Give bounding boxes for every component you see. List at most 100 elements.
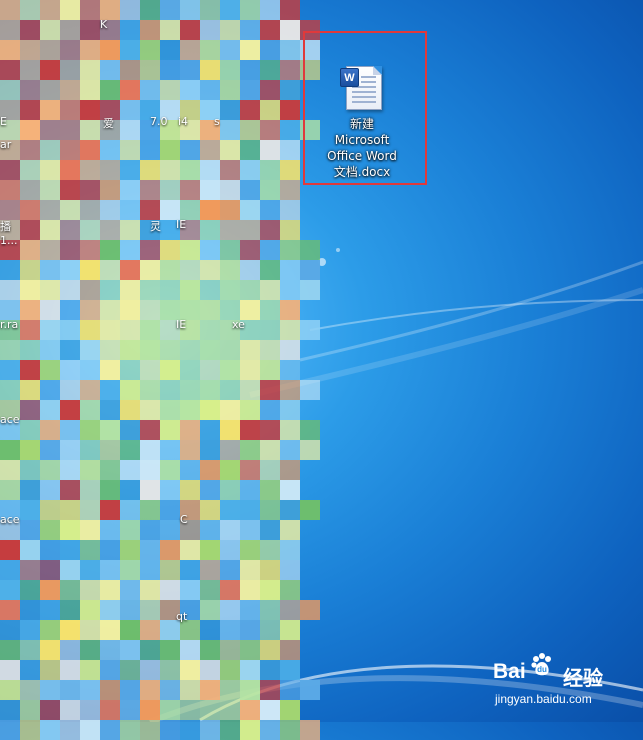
icon-label-line: Office Word bbox=[327, 149, 397, 163]
mosaic-tile bbox=[260, 480, 280, 500]
mosaic-tile bbox=[60, 240, 80, 260]
mosaic-tile bbox=[180, 260, 200, 280]
mosaic-tile bbox=[80, 500, 100, 520]
mosaic-tile bbox=[40, 20, 60, 40]
mosaic-tile bbox=[40, 120, 60, 140]
mosaic-tile bbox=[280, 200, 300, 220]
mosaic-tile bbox=[240, 460, 260, 480]
mosaic-tile bbox=[200, 300, 220, 320]
blurred-icon-label: IE bbox=[176, 318, 187, 331]
mosaic-tile bbox=[0, 80, 20, 100]
mosaic-tile bbox=[20, 240, 40, 260]
blurred-icon-label: ar bbox=[0, 138, 12, 151]
mosaic-tile bbox=[0, 260, 20, 280]
word-document-desktop-icon[interactable]: W 新建 Microsoft Office Word 文档.docx bbox=[318, 60, 406, 182]
mosaic-tile bbox=[240, 240, 260, 260]
mosaic-tile bbox=[180, 240, 200, 260]
mosaic-tile bbox=[60, 340, 80, 360]
mosaic-tile bbox=[220, 120, 240, 140]
mosaic-tile bbox=[20, 200, 40, 220]
mosaic-tile bbox=[20, 580, 40, 600]
mosaic-tile bbox=[300, 240, 320, 260]
mosaic-tile bbox=[220, 20, 240, 40]
mosaic-tile bbox=[60, 120, 80, 140]
mosaic-tile bbox=[120, 460, 140, 480]
mosaic-tile bbox=[80, 260, 100, 280]
mosaic-tile bbox=[120, 420, 140, 440]
mosaic-tile bbox=[260, 700, 280, 720]
mosaic-tile bbox=[40, 660, 60, 680]
mosaic-tile bbox=[220, 0, 240, 20]
mosaic-tile bbox=[100, 720, 120, 740]
mosaic-tile bbox=[180, 580, 200, 600]
watermark-brand: Bai bbox=[493, 660, 526, 683]
mosaic-tile bbox=[40, 220, 60, 240]
mosaic-tile bbox=[40, 340, 60, 360]
mosaic-tile bbox=[160, 240, 180, 260]
mosaic-tile bbox=[300, 280, 320, 300]
blurred-icon-label: ace bbox=[0, 513, 20, 526]
mosaic-tile bbox=[100, 500, 120, 520]
icon-label: 新建 Microsoft Office Word 文档.docx bbox=[318, 116, 406, 180]
mosaic-tile bbox=[20, 320, 40, 340]
mosaic-tile bbox=[280, 180, 300, 200]
mosaic-tile bbox=[280, 120, 300, 140]
mosaic-tile bbox=[180, 720, 200, 740]
mosaic-tile bbox=[20, 660, 40, 680]
mosaic-tile bbox=[240, 540, 260, 560]
mosaic-tile bbox=[200, 520, 220, 540]
mosaic-tile bbox=[280, 480, 300, 500]
mosaic-tile bbox=[60, 660, 80, 680]
mosaic-tile bbox=[80, 360, 100, 380]
mosaic-tile bbox=[60, 320, 80, 340]
mosaic-tile bbox=[140, 520, 160, 540]
mosaic-tile bbox=[240, 160, 260, 180]
mosaic-tile bbox=[20, 640, 40, 660]
mosaic-tile bbox=[260, 640, 280, 660]
mosaic-tile bbox=[240, 580, 260, 600]
mosaic-tile bbox=[80, 340, 100, 360]
mosaic-tile bbox=[40, 600, 60, 620]
mosaic-tile bbox=[120, 300, 140, 320]
mosaic-tile bbox=[80, 480, 100, 500]
mosaic-tile bbox=[120, 480, 140, 500]
mosaic-tile bbox=[240, 120, 260, 140]
mosaic-tile bbox=[300, 20, 320, 40]
mosaic-tile bbox=[160, 460, 180, 480]
mosaic-tile bbox=[20, 80, 40, 100]
mosaic-tile bbox=[240, 200, 260, 220]
mosaic-tile bbox=[80, 0, 100, 20]
mosaic-tile bbox=[240, 660, 260, 680]
mosaic-tile bbox=[280, 20, 300, 40]
mosaic-tile bbox=[60, 600, 80, 620]
mosaic-tile bbox=[200, 620, 220, 640]
mosaic-tile bbox=[160, 160, 180, 180]
mosaic-tile bbox=[80, 400, 100, 420]
mosaic-tile bbox=[280, 140, 300, 160]
mosaic-tile bbox=[280, 380, 300, 400]
mosaic-tile bbox=[280, 360, 300, 380]
mosaic-tile bbox=[120, 700, 140, 720]
mosaic-tile bbox=[240, 220, 260, 240]
mosaic-tile bbox=[120, 400, 140, 420]
mosaic-tile bbox=[200, 40, 220, 60]
blurred-icon-label: r.ra bbox=[0, 318, 19, 331]
mosaic-tile bbox=[80, 60, 100, 80]
mosaic-tile bbox=[280, 260, 300, 280]
mosaic-tile bbox=[260, 420, 280, 440]
mosaic-tile bbox=[0, 560, 20, 580]
mosaic-tile bbox=[140, 180, 160, 200]
mosaic-tile bbox=[80, 300, 100, 320]
blurred-icon-label: xe bbox=[232, 318, 245, 331]
mosaic-tile bbox=[20, 480, 40, 500]
mosaic-tile bbox=[60, 60, 80, 80]
mosaic-tile bbox=[240, 180, 260, 200]
mosaic-tile bbox=[260, 260, 280, 280]
desktop[interactable]: { "desktop": { "selected_icon": { "name_… bbox=[0, 0, 643, 740]
mosaic-tile bbox=[80, 160, 100, 180]
mosaic-tile bbox=[260, 20, 280, 40]
mosaic-tile bbox=[60, 280, 80, 300]
mosaic-tile bbox=[20, 520, 40, 540]
mosaic-tile bbox=[40, 520, 60, 540]
mosaic-tile bbox=[20, 460, 40, 480]
